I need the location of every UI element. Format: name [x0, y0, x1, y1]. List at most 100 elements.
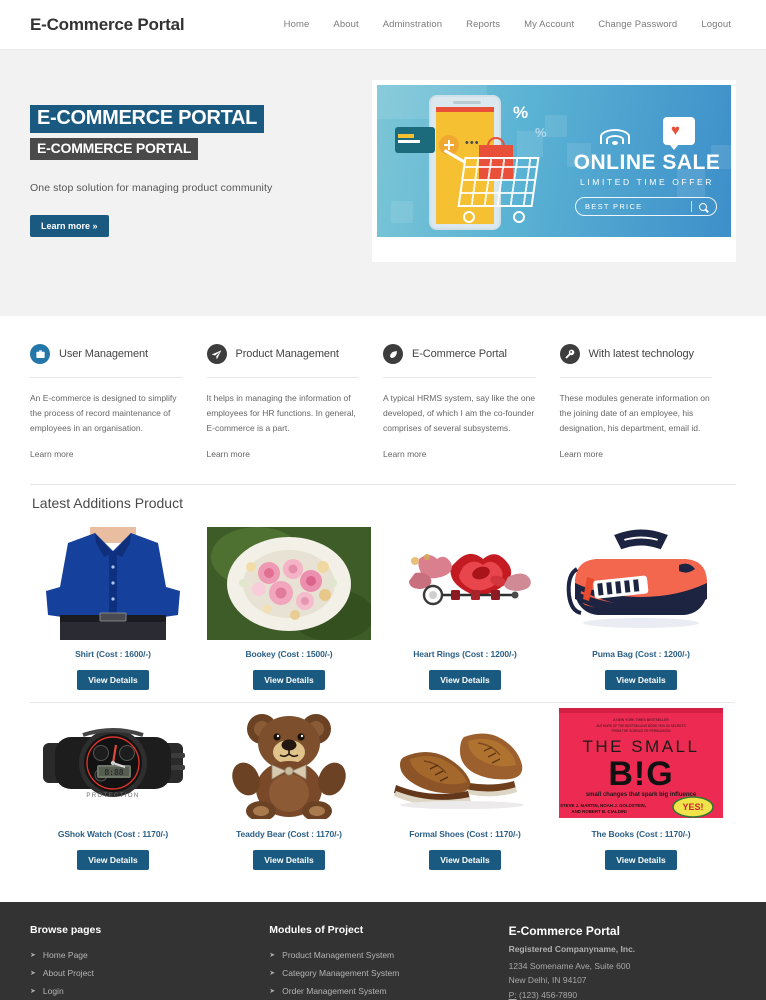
footer-link-product-management[interactable]: Product Management System — [282, 950, 394, 960]
product-name: Teaddy Bear (Cost : 1170/-) — [236, 828, 342, 839]
main-nav: Home About Adminstration Reports My Acco… — [284, 19, 736, 30]
blue-dress-shirt-photo — [30, 526, 196, 640]
hero-banner-frame: ••• % % ♥ ONLINE SALE LIMITED TIME OFFER — [372, 80, 736, 262]
pink-rose-bouquet-photo — [206, 526, 372, 640]
nav-item-reports[interactable]: Reports — [466, 19, 500, 30]
product-card[interactable]: Heart Rings (Cost : 1200/-) View Details — [382, 523, 558, 700]
footer-address-line-1: 1234 Somename Ave, Suite 600 — [508, 960, 631, 971]
site-brand: E-Commerce Portal — [30, 14, 185, 34]
cart-wheel-left-icon — [463, 211, 475, 223]
banner-subtitle: LIMITED TIME OFFER — [579, 177, 714, 187]
feature-learn-more-link[interactable]: Learn more — [383, 449, 426, 459]
view-details-button[interactable]: View Details — [429, 849, 501, 870]
product-card[interactable]: Formal Shoes (Cost : 1170/-) View Detail… — [382, 703, 558, 880]
view-details-button[interactable]: View Details — [77, 849, 149, 870]
svg-text:AND ROBERT B. CIALDINI: AND ROBERT B. CIALDINI — [571, 809, 626, 814]
brown-teddy-bear-photo — [206, 707, 372, 820]
list-item[interactable]: ➤ Login — [30, 986, 269, 996]
nav-item-change-password[interactable]: Change Password — [598, 19, 677, 30]
banner-search-field[interactable]: BEST PRICE — [575, 197, 717, 216]
feature-learn-more-link[interactable]: Learn more — [30, 449, 73, 459]
svg-text:AUTHORS OF THE BESTSELLING BOO: AUTHORS OF THE BESTSELLING BOOK YES! 50 … — [596, 724, 685, 728]
view-details-button[interactable]: View Details — [605, 669, 677, 690]
product-row-2: 8:88 PROTECTION GShok Watch (Cost : 1170… — [30, 703, 736, 880]
search-icon[interactable] — [699, 202, 707, 211]
svg-text:THE SMALL: THE SMALL — [583, 737, 700, 756]
heart-icon: ♥ — [671, 122, 680, 139]
hero-subtitle: One stop solution for managing product c… — [30, 181, 273, 194]
hero-heading-secondary: E-COMMERCE PORTAL — [30, 138, 199, 160]
black-gshock-watch-photo: 8:88 PROTECTION — [30, 707, 196, 820]
view-details-button[interactable]: View Details — [605, 849, 677, 870]
feature-learn-more-link[interactable]: Learn more — [560, 449, 603, 459]
site-header: E-Commerce Portal Home About Adminstrati… — [0, 0, 766, 50]
product-name: Formal Shoes (Cost : 1170/-) — [409, 828, 521, 839]
search-divider — [691, 201, 692, 212]
feature-title: With latest technology — [588, 348, 695, 360]
product-card[interactable]: Teaddy Bear (Cost : 1170/-) View Details — [206, 703, 382, 880]
svg-text:8:88: 8:88 — [104, 768, 123, 777]
footer-browse-pages: Browse pages ➤ Home Page ➤ About Project ➤… — [30, 924, 269, 1000]
list-item[interactable]: ➤ Home Page — [30, 950, 269, 960]
footer-link-login[interactable]: Login — [43, 986, 64, 996]
chevron-right-icon: ➤ — [30, 987, 36, 995]
feature-body: It helps in managing the information of … — [206, 393, 356, 433]
svg-text:FROM THE SCIENCE OF PERSUASION: FROM THE SCIENCE OF PERSUASION — [612, 729, 671, 733]
page-root: E-Commerce Portal Home About Adminstrati… — [0, 0, 766, 1000]
wrench-icon — [559, 344, 580, 364]
chevron-right-icon: ➤ — [30, 951, 36, 959]
view-details-button[interactable]: View Details — [253, 669, 325, 690]
brown-formal-shoes-photo — [382, 707, 548, 820]
feature-product-management: Product Management It helps in managing … — [206, 344, 384, 462]
footer-phone-prefix: P: — [508, 989, 517, 1000]
product-card[interactable]: 8:88 PROTECTION GShok Watch (Cost : 1170… — [30, 703, 206, 880]
product-card[interactable]: Puma Bag (Cost : 1200/-) View Details — [558, 523, 734, 700]
footer-link-list: ➤ Product Management System ➤ Category Man… — [269, 950, 508, 996]
product-name: Bookey (Cost : 1500/-) — [245, 648, 333, 659]
nav-item-about[interactable]: About — [333, 19, 358, 30]
divider — [206, 377, 359, 378]
briefcase-icon — [30, 344, 50, 364]
nav-item-my-account[interactable]: My Account — [524, 19, 574, 30]
svg-text:STEVE J. MARTIN, NOAH J. GOLDS: STEVE J. MARTIN, NOAH J. GOLDSTEIN, — [560, 803, 646, 808]
product-card[interactable]: A NEW YORK TIMES BESTSELLER AUTHORS OF T… — [558, 703, 734, 880]
credit-card-icon — [395, 127, 435, 153]
view-details-button[interactable]: View Details — [429, 669, 501, 690]
feature-title: Product Management — [235, 348, 339, 360]
view-details-button[interactable]: View Details — [77, 669, 149, 690]
product-card[interactable]: Bookey (Cost : 1500/-) View Details — [206, 523, 382, 700]
nav-item-adminstration[interactable]: Adminstration — [383, 19, 442, 30]
puma-duffel-bag-photo — [558, 527, 724, 640]
nav-item-home[interactable]: Home — [284, 19, 310, 30]
feature-learn-more-link[interactable]: Learn more — [207, 449, 250, 459]
list-item[interactable]: ➤ About Project — [30, 968, 269, 978]
svg-text:A NEW YORK TIMES BESTSELLER: A NEW YORK TIMES BESTSELLER — [613, 718, 669, 722]
paper-plane-icon — [206, 344, 227, 364]
list-item[interactable]: ➤ Order Management System — [269, 986, 508, 996]
footer-link-order-management[interactable]: Order Management System — [282, 986, 386, 996]
footer-link-category-management[interactable]: Category Management System — [282, 968, 399, 978]
dots-icon: ••• — [465, 137, 480, 149]
product-card[interactable]: Shirt (Cost : 1600/-) View Details — [30, 523, 206, 700]
svg-text:PROTECTION: PROTECTION — [86, 793, 139, 799]
feature-body: A typical HRMS system, say like the one … — [383, 393, 536, 433]
footer-link-about-project[interactable]: About Project — [43, 968, 94, 978]
hero-text-block: E-COMMERCE PORTAL E-COMMERCE PORTAL One … — [30, 80, 370, 316]
view-details-button[interactable]: View Details — [253, 849, 325, 870]
footer-modules: Modules of Project ➤ Product Management S… — [269, 924, 508, 1000]
footer-company-name: Registered Companyname, Inc. — [508, 943, 636, 954]
hero-section: E-COMMERCE PORTAL E-COMMERCE PORTAL One … — [0, 50, 766, 316]
red-heart-rings-photo — [382, 527, 548, 640]
list-item[interactable]: ➤ Product Management System — [269, 950, 508, 960]
nav-item-logout[interactable]: Logout — [701, 19, 731, 30]
wifi-icon — [599, 129, 631, 147]
list-item[interactable]: ➤ Category Management System — [269, 968, 508, 978]
product-row-1: Shirt (Cost : 1600/-) View Details Booke… — [30, 523, 736, 700]
feature-ecommerce-portal: E-Commerce Portal A typical HRMS system,… — [383, 344, 560, 462]
chevron-right-icon: ➤ — [30, 969, 36, 977]
footer-heading: Browse pages — [30, 923, 102, 936]
learn-more-button[interactable]: Learn more » — [30, 214, 109, 237]
percent-symbol-small: % — [535, 125, 547, 140]
footer-link-home-page[interactable]: Home Page — [43, 950, 88, 960]
feature-latest-technology: With latest technology These modules gen… — [559, 344, 737, 462]
